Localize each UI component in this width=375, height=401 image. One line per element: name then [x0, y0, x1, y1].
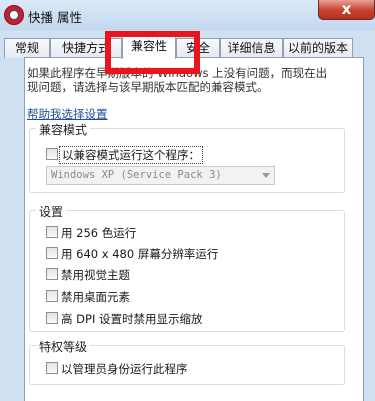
run-256-colors-label: 用 256 色运行 [61, 226, 137, 240]
dropdown-arrow-icon [262, 173, 270, 178]
disable-desktop-composition-label: 禁用桌面元素 [61, 290, 130, 304]
privilege-level-title: 特权等级 [36, 338, 91, 355]
disable-visual-themes-label: 禁用视觉主题 [61, 268, 130, 282]
tab-previous-versions[interactable]: 以前的版本 [283, 38, 353, 58]
run-640x480-label: 用 640 x 480 屏幕分辨率运行 [61, 247, 219, 261]
description-line-2: 现问题，请选择与该早期版本匹配的兼容模式。 [27, 80, 269, 94]
disable-dpi-scaling-checkbox[interactable] [46, 312, 58, 324]
os-version-select[interactable]: Windows XP (Service Pack 3) [46, 166, 275, 185]
os-version-value: Windows XP (Service Pack 3) [51, 169, 222, 181]
settings-title: 设置 [36, 203, 67, 220]
title-bar: 快播 属性 x [0, 0, 375, 30]
disable-desktop-composition-checkbox[interactable] [46, 290, 58, 302]
kuaibo-app-icon [4, 5, 24, 25]
compat-mode-title: 兼容模式 [36, 121, 91, 138]
run-256-colors-checkbox[interactable] [46, 226, 58, 238]
close-button[interactable]: x [318, 0, 375, 20]
run-in-compat-mode-checkbox[interactable] [46, 148, 58, 160]
disable-visual-themes-checkbox[interactable] [46, 268, 58, 280]
disable-dpi-scaling-label: 高 DPI 设置时禁用显示缩放 [61, 312, 203, 326]
run-as-admin-label: 以管理员身份运行此程序 [61, 362, 188, 376]
tab-details[interactable]: 详细信息 [220, 38, 283, 58]
run-as-admin-checkbox[interactable] [46, 362, 58, 374]
tab-general[interactable]: 常规 [4, 38, 50, 58]
window-title: 快播 属性 [28, 10, 82, 25]
run-in-compat-mode-label: 以兼容模式运行这个程序： [59, 146, 203, 164]
compatibility-tab-highlight [105, 31, 200, 74]
run-640x480-checkbox[interactable] [46, 247, 58, 259]
help-me-choose-link[interactable]: 帮助我选择设置 [27, 106, 108, 122]
